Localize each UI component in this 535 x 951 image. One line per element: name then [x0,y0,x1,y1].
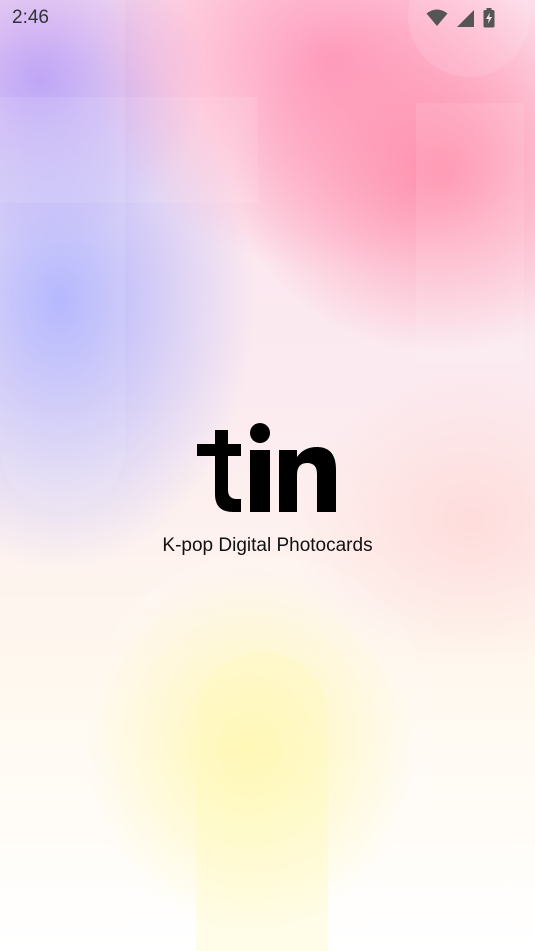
splash-screen: 2:46 K-pop Digital Photocards [0,0,535,951]
background-letter-t-crossbar [0,97,258,203]
app-tagline: K-pop Digital Photocards [162,535,373,556]
background-letter-i-stem [416,103,524,363]
cellular-signal-icon [456,9,475,28]
status-bar: 2:46 [0,0,535,36]
status-icons [426,8,495,28]
wifi-icon [426,9,448,27]
background-letter-n-counter [196,652,328,951]
tin-logo-icon [196,423,336,512]
battery-charging-icon [483,8,495,28]
app-logo [0,420,535,515]
status-time: 2:46 [12,7,49,28]
